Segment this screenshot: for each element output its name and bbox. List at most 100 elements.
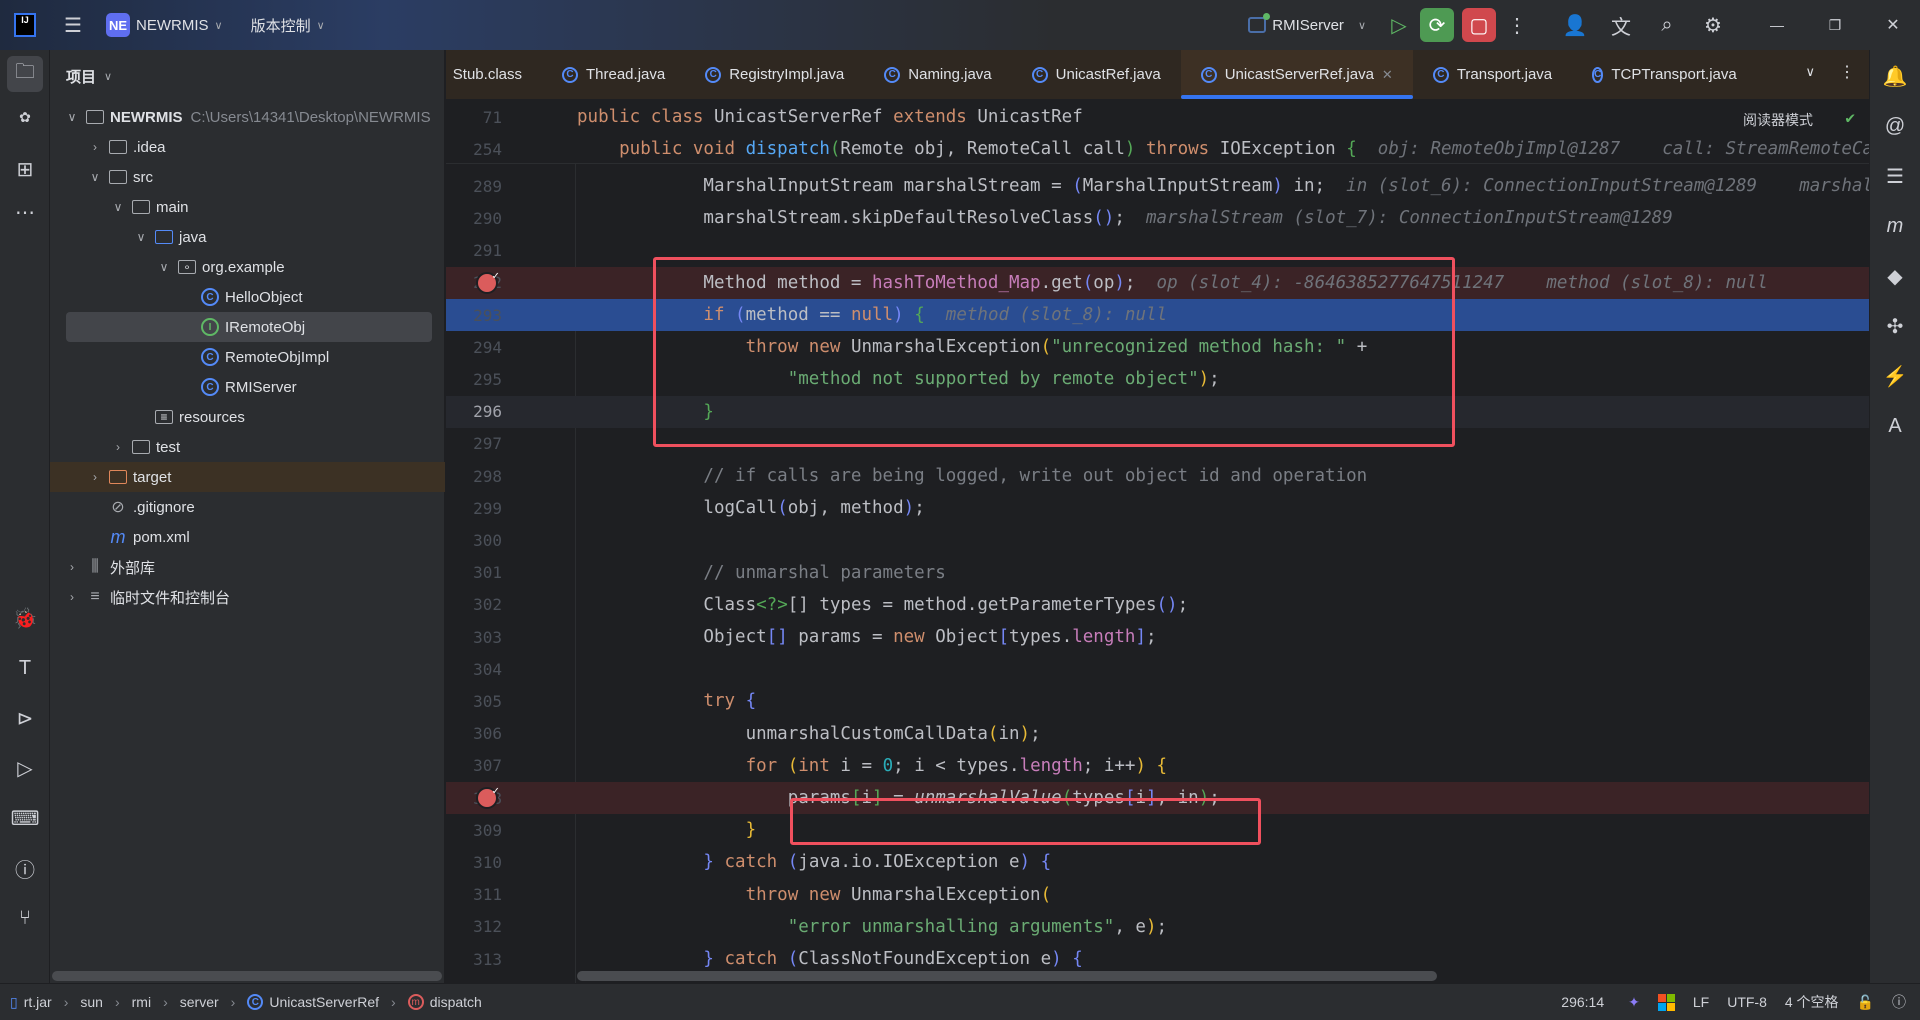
tree-item[interactable]: › test [50, 432, 445, 462]
chevron-right-icon[interactable]: › [87, 470, 103, 484]
code-line[interactable]: 305 try { [446, 685, 1869, 717]
line-number[interactable]: 254 [446, 140, 502, 159]
tree-item[interactable]: › ≡ 临时文件和控制台 [50, 582, 445, 612]
copilot-icon[interactable]: ✦ [1628, 994, 1640, 1011]
tab-thread-java[interactable]: C Thread.java [542, 50, 685, 99]
line-number[interactable]: 291 [446, 241, 502, 260]
close-tab-icon[interactable]: ✕ [1382, 67, 1393, 83]
breadcrumb-item[interactable]: dispatch [430, 994, 482, 1010]
code-line[interactable]: 306 unmarshalCustomCallData(in); [446, 718, 1869, 750]
line-number[interactable]: 295 [446, 370, 502, 389]
tree-item[interactable]: C HelloObject [50, 282, 445, 312]
chevron-down-icon[interactable]: ∨ [87, 170, 103, 184]
run-config-selector[interactable]: RMIServer ∨ [1248, 13, 1366, 34]
breadcrumb-item[interactable]: sun [80, 994, 103, 1010]
line-number[interactable]: 302 [446, 595, 502, 614]
code-line[interactable]: 298 // if calls are being logged, write … [446, 460, 1869, 492]
line-number[interactable]: 71 [446, 108, 502, 127]
code-line[interactable]: 71 public class UnicastServerRef extends … [446, 101, 1869, 133]
code-line[interactable]: 302 Class<?>[] types = method.getParamet… [446, 589, 1869, 621]
lock-icon[interactable]: 🔓 [1857, 994, 1874, 1011]
minimize-icon[interactable]: — [1760, 8, 1794, 42]
line-number[interactable]: 290 [446, 209, 502, 228]
project-folder-icon[interactable]: 🗀 [7, 56, 43, 92]
services-icon[interactable]: ⊳ [7, 700, 43, 736]
tab-stub-class[interactable]: Stub.class [446, 50, 542, 99]
line-number[interactable]: 313 [446, 950, 502, 969]
tree-item[interactable]: ∨ java [50, 222, 445, 252]
tree-item[interactable]: C RemoteObjImpl [50, 342, 445, 372]
restore-icon[interactable]: ❐ [1818, 8, 1852, 42]
line-number[interactable]: 303 [446, 628, 502, 647]
chevron-down-icon[interactable]: ∨ [156, 260, 172, 274]
plugin-logo-icon[interactable]: ✿ [7, 99, 43, 135]
tabs-dropdown-icon[interactable]: ∨ [1795, 50, 1825, 99]
line-number[interactable]: 304 [446, 660, 502, 679]
tree-item[interactable]: › ⫼ 外部库 [50, 552, 445, 582]
code-line[interactable]: 312 "error unmarshalling arguments", e); [446, 911, 1869, 943]
breadcrumb-item[interactable]: server [180, 994, 219, 1010]
chevron-down-icon[interactable]: ∨ [110, 200, 126, 214]
stop-icon[interactable]: ▢ [1462, 8, 1496, 42]
line-number[interactable]: 301 [446, 563, 502, 582]
rerun-debug-icon[interactable]: ⟳ [1420, 8, 1454, 42]
indent-setting[interactable]: 4 个空格 [1785, 992, 1839, 1012]
caret-position[interactable]: 296:14 [1561, 994, 1604, 1010]
plugin-ninja-icon[interactable]: ◆ [1877, 258, 1913, 294]
translate-icon[interactable]: 文 [1604, 8, 1638, 42]
chevron-down-icon[interactable]: ∨ [133, 230, 149, 244]
build-icon[interactable]: T [7, 650, 43, 686]
text-format-icon[interactable]: A [1877, 408, 1913, 444]
code-line[interactable]: 307 for (int i = 0; i < types.length; i+… [446, 750, 1869, 782]
code-line[interactable]: 289 MarshalInputStream marshalStream = (… [446, 170, 1869, 202]
chevron-down-icon[interactable]: ∨ [64, 110, 80, 124]
problems-icon[interactable]: ⓘ [1892, 992, 1906, 1012]
search-icon[interactable]: ⌕ [1650, 8, 1684, 42]
add-user-icon[interactable]: 👤 [1558, 8, 1592, 42]
gear-icon[interactable]: ⚙ [1696, 8, 1730, 42]
breadcrumb-item[interactable]: UnicastServerRef [269, 994, 379, 1010]
line-number[interactable]: 296 [446, 402, 502, 421]
tabs-more-icon[interactable]: ⋮ [1825, 50, 1869, 99]
resume-icon[interactable]: ▷ [1382, 8, 1416, 42]
code-line[interactable]: 301 // unmarshal parameters [446, 557, 1869, 589]
code-line[interactable]: 310 } catch (java.io.IOException e) { [446, 846, 1869, 878]
code-line[interactable]: 254 public void dispatch(Remote obj, Rem… [446, 133, 1869, 165]
code-line[interactable]: 311 throw new UnmarshalException( [446, 879, 1869, 911]
line-number[interactable]: 305 [446, 692, 502, 711]
breadcrumb-item[interactable]: rmi [132, 994, 151, 1010]
line-number[interactable]: 299 [446, 499, 502, 518]
project-panel-header[interactable]: 项目 ∨ [50, 50, 444, 102]
code-line[interactable]: 299 logCall(obj, method); [446, 492, 1869, 524]
code-line[interactable]: 303 Object[] params = new Object[types.l… [446, 621, 1869, 653]
plugin-pikachu-icon[interactable]: ⚡ [1877, 358, 1913, 394]
tree-item[interactable]: ∨ NEWRMIS C:\Users\14341\Desktop\NEWRMIS [50, 102, 445, 132]
tree-item[interactable]: › target [50, 462, 445, 492]
tree-item[interactable]: ∨ main [50, 192, 445, 222]
tab-naming-java[interactable]: C Naming.java [864, 50, 1011, 99]
windows-icon[interactable] [1657, 993, 1675, 1011]
line-number[interactable]: 294 [446, 338, 502, 357]
tree-item[interactable]: m pom.xml [50, 522, 445, 552]
reader-mode-button[interactable]: 阅读器模式 [1743, 110, 1813, 130]
line-number[interactable]: 307 [446, 756, 502, 775]
tree-item[interactable]: C RMIServer [50, 372, 445, 402]
editor-horizontal-scrollbar[interactable] [577, 971, 1437, 981]
more-tools-icon[interactable]: ⋯ [7, 194, 43, 230]
breakpoint-icon[interactable] [476, 784, 499, 809]
line-number[interactable]: 300 [446, 531, 502, 550]
database-icon[interactable]: ☰ [1877, 158, 1913, 194]
problems-icon[interactable]: ⓘ [7, 850, 43, 886]
tree-item[interactable]: ≡ resources [50, 402, 445, 432]
tab-unicastref-java[interactable]: C UnicastRef.java [1012, 50, 1181, 99]
horizontal-scrollbar[interactable] [52, 971, 442, 981]
tree-item[interactable]: ⊘ .gitignore [50, 492, 445, 522]
breakpoint-icon[interactable] [476, 269, 499, 294]
main-menu-icon[interactable]: ☰ [56, 8, 90, 42]
structure-icon[interactable]: ⊞ [7, 151, 43, 187]
chevron-right-icon[interactable]: › [64, 560, 80, 574]
code-editor[interactable]: 71 public class UnicastServerRef extends … [446, 100, 1869, 983]
maven-icon[interactable]: m [1877, 208, 1913, 244]
code-line[interactable]: 290 marshalStream.skipDefaultResolveClas… [446, 202, 1869, 234]
line-number[interactable]: 293 [446, 306, 502, 325]
